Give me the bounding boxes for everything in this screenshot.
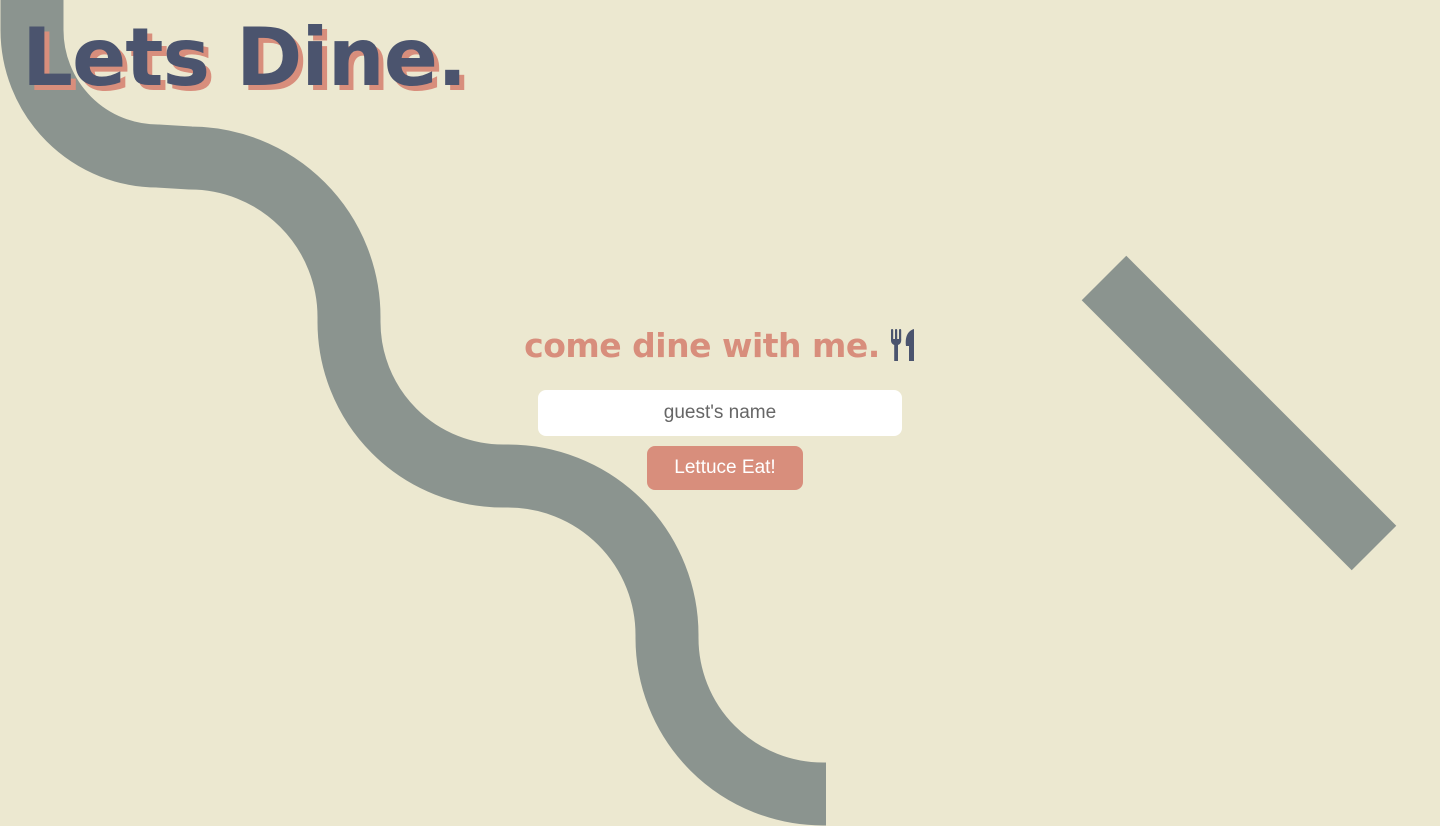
site-logo: Lets Dine. <box>22 11 467 104</box>
diagonal-bar <box>1081 255 1397 571</box>
tagline: come dine with me. <box>524 320 916 370</box>
utensils-icon <box>890 329 916 365</box>
tagline-text: come dine with me. <box>524 325 880 365</box>
lettuce-eat-button[interactable]: Lettuce Eat! <box>647 446 803 490</box>
main-panel: come dine with me. Lettuce Eat! <box>520 320 920 490</box>
guest-name-input[interactable] <box>538 390 902 436</box>
